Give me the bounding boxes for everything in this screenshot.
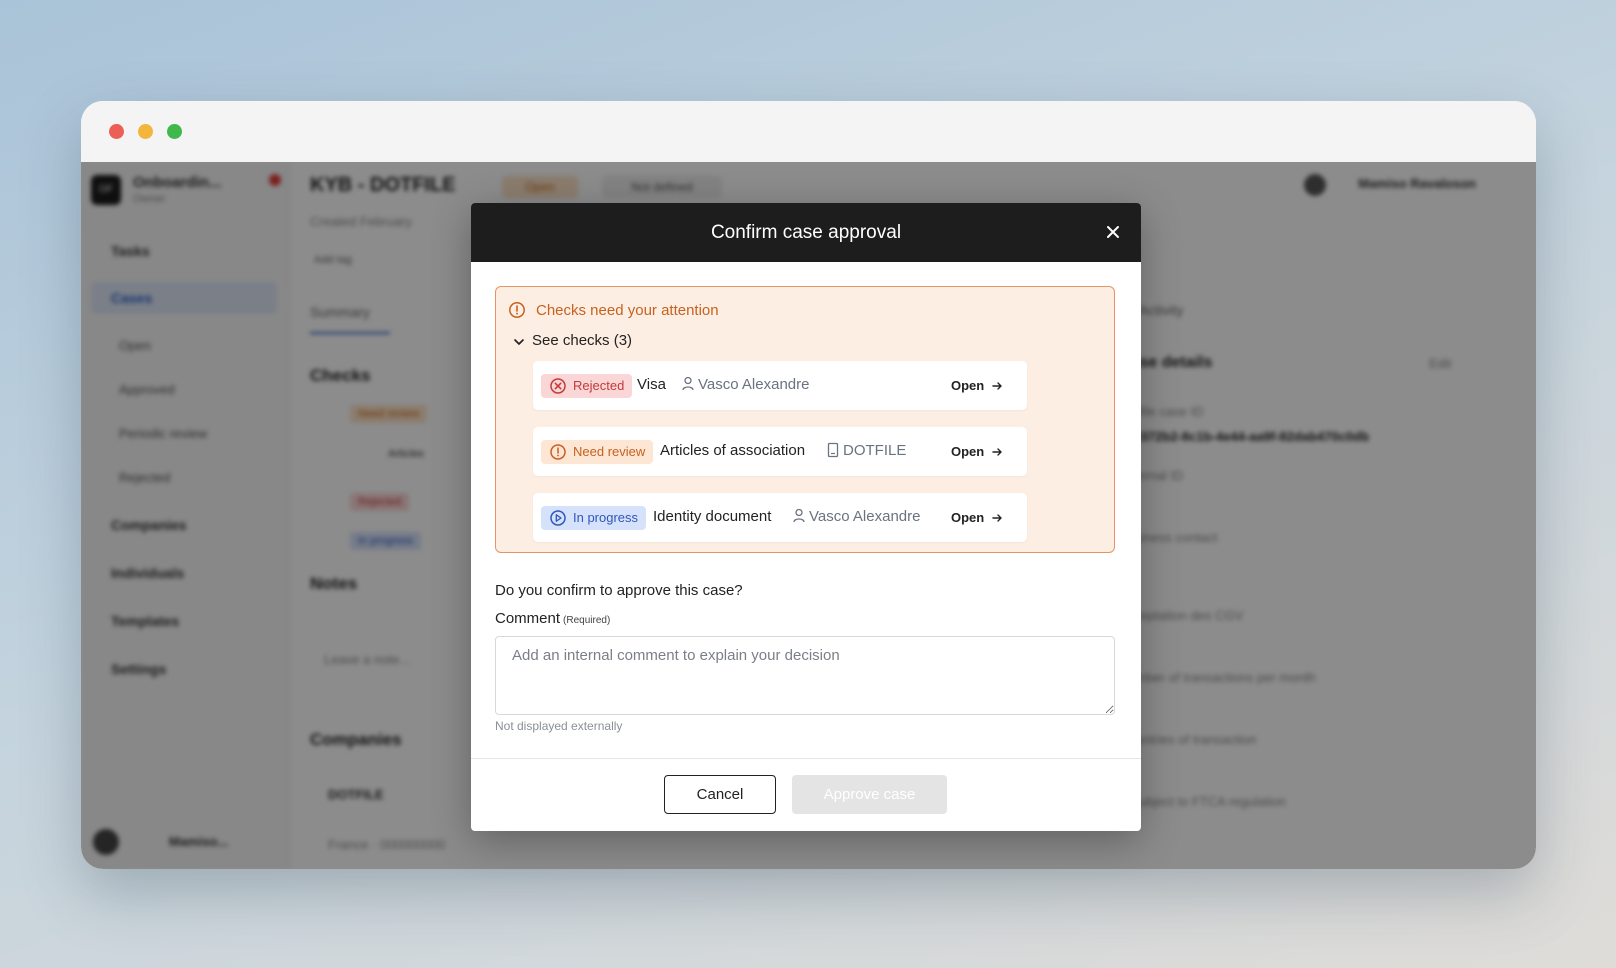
building-icon: [827, 442, 839, 458]
comment-label: Comment (Required): [495, 610, 610, 627]
warning-circle-icon: [550, 444, 566, 460]
arrow-right-icon: [992, 448, 1002, 456]
required-tag: (Required): [563, 615, 611, 626]
comment-label-text: Comment: [495, 610, 561, 627]
close-icon[interactable]: [1101, 220, 1125, 244]
status-badge: Need review: [541, 440, 654, 464]
checks-attention-alert: Checks need your attention See checks (3…: [495, 286, 1115, 553]
check-owner: DOTFILE: [827, 442, 907, 459]
open-check-link[interactable]: Open: [951, 378, 1002, 393]
confirm-approval-dialog: Confirm case approval Checks need your a…: [471, 203, 1141, 831]
check-row: Need review Articles of association DOTF…: [533, 427, 1027, 476]
open-label: Open: [951, 444, 985, 459]
status-label: Rejected: [573, 378, 625, 393]
confirm-question: Do you confirm to approve this case?: [495, 582, 743, 599]
comment-hint: Not displayed externally: [495, 719, 623, 733]
open-check-link[interactable]: Open: [951, 444, 1002, 459]
status-label: Need review: [573, 444, 646, 459]
minimize-window-button[interactable]: [138, 124, 153, 139]
owner-name: DOTFILE: [843, 442, 907, 459]
open-label: Open: [951, 510, 985, 525]
see-checks-label: See checks (3): [532, 332, 633, 349]
approve-case-button[interactable]: Approve case: [792, 775, 947, 814]
dialog-title: Confirm case approval: [710, 222, 902, 243]
window-titlebar: [81, 101, 1536, 162]
comment-input[interactable]: [495, 636, 1115, 715]
person-icon: [793, 508, 805, 523]
dialog-header: Confirm case approval: [471, 203, 1141, 262]
alert-title: Checks need your attention: [536, 302, 719, 319]
arrow-right-icon: [992, 382, 1002, 390]
check-owner: Vasco Alexandre: [793, 508, 921, 525]
footer-divider: [471, 758, 1141, 759]
open-check-link[interactable]: Open: [951, 510, 1002, 525]
close-window-button[interactable]: [109, 124, 124, 139]
open-label: Open: [951, 378, 985, 393]
maximize-window-button[interactable]: [167, 124, 182, 139]
warning-circle-icon: [509, 302, 525, 318]
owner-name: Vasco Alexandre: [698, 376, 810, 393]
play-circle-icon: [550, 510, 566, 526]
check-row: Rejected Visa Vasco Alexandre Open: [533, 361, 1027, 410]
check-name: Identity document: [653, 508, 772, 525]
chevron-down-icon: [514, 339, 524, 345]
arrow-right-icon: [992, 514, 1002, 522]
x-circle-icon: [550, 378, 566, 394]
status-badge: In progress: [541, 506, 647, 530]
check-name: Visa: [637, 376, 666, 393]
check-name: Articles of association: [660, 442, 806, 459]
status-label: In progress: [573, 510, 639, 525]
cancel-button[interactable]: Cancel: [664, 775, 776, 814]
check-row: In progress Identity document Vasco Alex…: [533, 493, 1027, 542]
person-icon: [682, 376, 694, 391]
status-badge: Rejected: [541, 374, 633, 398]
check-owner: Vasco Alexandre: [682, 376, 810, 393]
owner-name: Vasco Alexandre: [809, 508, 921, 525]
